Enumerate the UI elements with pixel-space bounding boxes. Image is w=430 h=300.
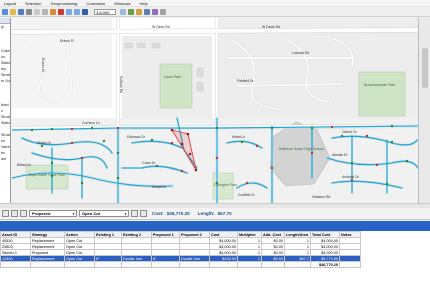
cost-label: Cost: bbox=[152, 211, 164, 216]
chevron-down-icon: ▼ bbox=[124, 212, 127, 216]
delete-icon[interactable] bbox=[58, 8, 64, 15]
total-cell bbox=[261, 261, 285, 268]
map-canvas[interactable]: W Genn Rd Rubus Ct Rubus Pl W Davis Rd S… bbox=[12, 18, 418, 203]
street-label: Eldorado Dr bbox=[127, 135, 146, 139]
total-cell: $46,770.20 bbox=[310, 261, 340, 268]
street-label: Ashlund Dr bbox=[342, 175, 360, 179]
park-cape-gable bbox=[25, 164, 69, 190]
editor-icon[interactable] bbox=[120, 8, 126, 15]
toc-layer-item[interactable]: ant bbox=[0, 156, 10, 162]
action-select-value: Open Cut bbox=[82, 211, 100, 216]
menu-bar: Layout Selection Geoprocessing Customize… bbox=[0, 0, 430, 7]
street-label: Cornhus Ln bbox=[82, 121, 100, 125]
cost-edit-toolbar: Proposed ▼ Open Cut ▼ Cost: $46,770.20 L… bbox=[0, 208, 430, 220]
paste-icon[interactable] bbox=[50, 8, 56, 15]
edit-tool-icon[interactable] bbox=[2, 210, 9, 217]
street-label: Oxford Dr bbox=[342, 130, 358, 134]
status-select[interactable]: Proposed ▼ bbox=[29, 210, 77, 217]
redo-icon[interactable] bbox=[74, 8, 80, 15]
street-label: Sullivan Rd bbox=[119, 76, 123, 93]
street-label: Lucinda Rd bbox=[292, 51, 309, 55]
total-cell bbox=[121, 261, 152, 268]
right-dock-strip bbox=[418, 18, 430, 203]
gis-app-window: Layout Selection Geoprocessing Customize… bbox=[0, 0, 430, 300]
total-cell bbox=[151, 261, 180, 268]
print-icon[interactable] bbox=[26, 8, 32, 15]
menu-help[interactable]: Help bbox=[140, 1, 148, 6]
street-label: W Genn Rd bbox=[152, 25, 170, 29]
search-icon[interactable] bbox=[136, 8, 142, 15]
modelbuilder-icon[interactable] bbox=[160, 8, 166, 15]
street-label: Dicker Dr bbox=[37, 141, 52, 145]
park-label: Carrigton Park bbox=[214, 183, 237, 187]
length-label: Length: bbox=[197, 211, 215, 216]
total-row: $46,770.20 bbox=[0, 261, 361, 268]
clear-icon[interactable] bbox=[140, 210, 147, 217]
park-lions bbox=[159, 63, 193, 109]
action-select[interactable]: Open Cut ▼ bbox=[79, 210, 129, 217]
status-select-value: Proposed bbox=[32, 211, 51, 216]
catalog-icon[interactable] bbox=[128, 8, 134, 15]
main-toolbar: 1:6,000 bbox=[0, 7, 430, 17]
apply-icon[interactable] bbox=[131, 210, 138, 217]
park-brownsmeade bbox=[358, 71, 406, 117]
cost-value: $46,770.20 bbox=[166, 211, 190, 216]
total-cell bbox=[30, 261, 65, 268]
length-value: $57.70 bbox=[217, 211, 232, 216]
street-label: Scope Dr bbox=[152, 185, 167, 189]
menu-windows[interactable]: Windows bbox=[114, 1, 130, 6]
add-data-icon[interactable] bbox=[82, 8, 88, 15]
park-label: Jefferson Junior High School bbox=[278, 147, 324, 151]
arctoolbox-icon[interactable] bbox=[144, 8, 150, 15]
table-header-strip bbox=[0, 221, 430, 231]
street-label: Atlantic Dr bbox=[332, 153, 349, 157]
park-label: Brownsmeade Park bbox=[364, 83, 396, 87]
street-label: Coker Dr bbox=[142, 161, 156, 165]
cut-icon[interactable] bbox=[34, 8, 40, 15]
toc-layer-item[interactable]: Stations bbox=[0, 120, 10, 126]
total-cell bbox=[339, 261, 361, 268]
python-icon[interactable] bbox=[152, 8, 158, 15]
street-label: Fairfield Dr bbox=[237, 79, 254, 83]
vertical-scrollbar[interactable] bbox=[422, 48, 428, 88]
total-cell bbox=[64, 261, 95, 268]
park-label: Lions Park bbox=[164, 75, 181, 79]
chevron-down-icon: ▼ bbox=[72, 212, 75, 216]
total-cell bbox=[284, 261, 311, 268]
street-label: Coxfield Dr bbox=[238, 193, 256, 197]
total-cell bbox=[237, 261, 262, 268]
menu-layout[interactable]: Layout bbox=[4, 1, 16, 6]
total-cell bbox=[94, 261, 122, 268]
menu-geoprocessing[interactable]: Geoprocessing bbox=[50, 1, 77, 6]
cost-table: Asset ID Strategy Action Existing 1 Existing… bbox=[0, 231, 430, 300]
map-view[interactable]: W Genn Rd Rubus Ct Rubus Pl W Davis Rd S… bbox=[12, 18, 418, 203]
street-label: Rubus Ct bbox=[41, 58, 45, 72]
toc-layer-item[interactable]: er Suppo bbox=[0, 78, 10, 84]
menu-customize[interactable]: Customize bbox=[86, 1, 105, 6]
street-label: Bilbao Dr bbox=[17, 163, 32, 167]
menu-selection[interactable]: Selection bbox=[25, 1, 41, 6]
map-scale-select[interactable]: 1:6,000 bbox=[94, 8, 116, 15]
street-label: W Davis Rd bbox=[262, 25, 280, 29]
total-cell bbox=[179, 261, 210, 268]
sketch-tool-icon[interactable] bbox=[11, 210, 18, 217]
park-label: Cape Gable Cove Park bbox=[28, 173, 65, 177]
total-cell bbox=[0, 261, 31, 268]
table-of-contents-panel: tyCollectiononStationaryStructureer Supp… bbox=[0, 18, 11, 203]
layer-icon[interactable] bbox=[20, 210, 27, 217]
save-icon[interactable] bbox=[18, 8, 24, 15]
copy-icon[interactable] bbox=[42, 8, 48, 15]
open-icon[interactable] bbox=[10, 8, 16, 15]
total-cell bbox=[209, 261, 238, 268]
street-label: Mead Ln bbox=[232, 135, 245, 139]
undo-icon[interactable] bbox=[66, 8, 72, 15]
street-label: Rubus Pl bbox=[60, 39, 74, 43]
new-icon[interactable] bbox=[2, 8, 8, 15]
street-label: Holliston Rd bbox=[312, 195, 330, 199]
